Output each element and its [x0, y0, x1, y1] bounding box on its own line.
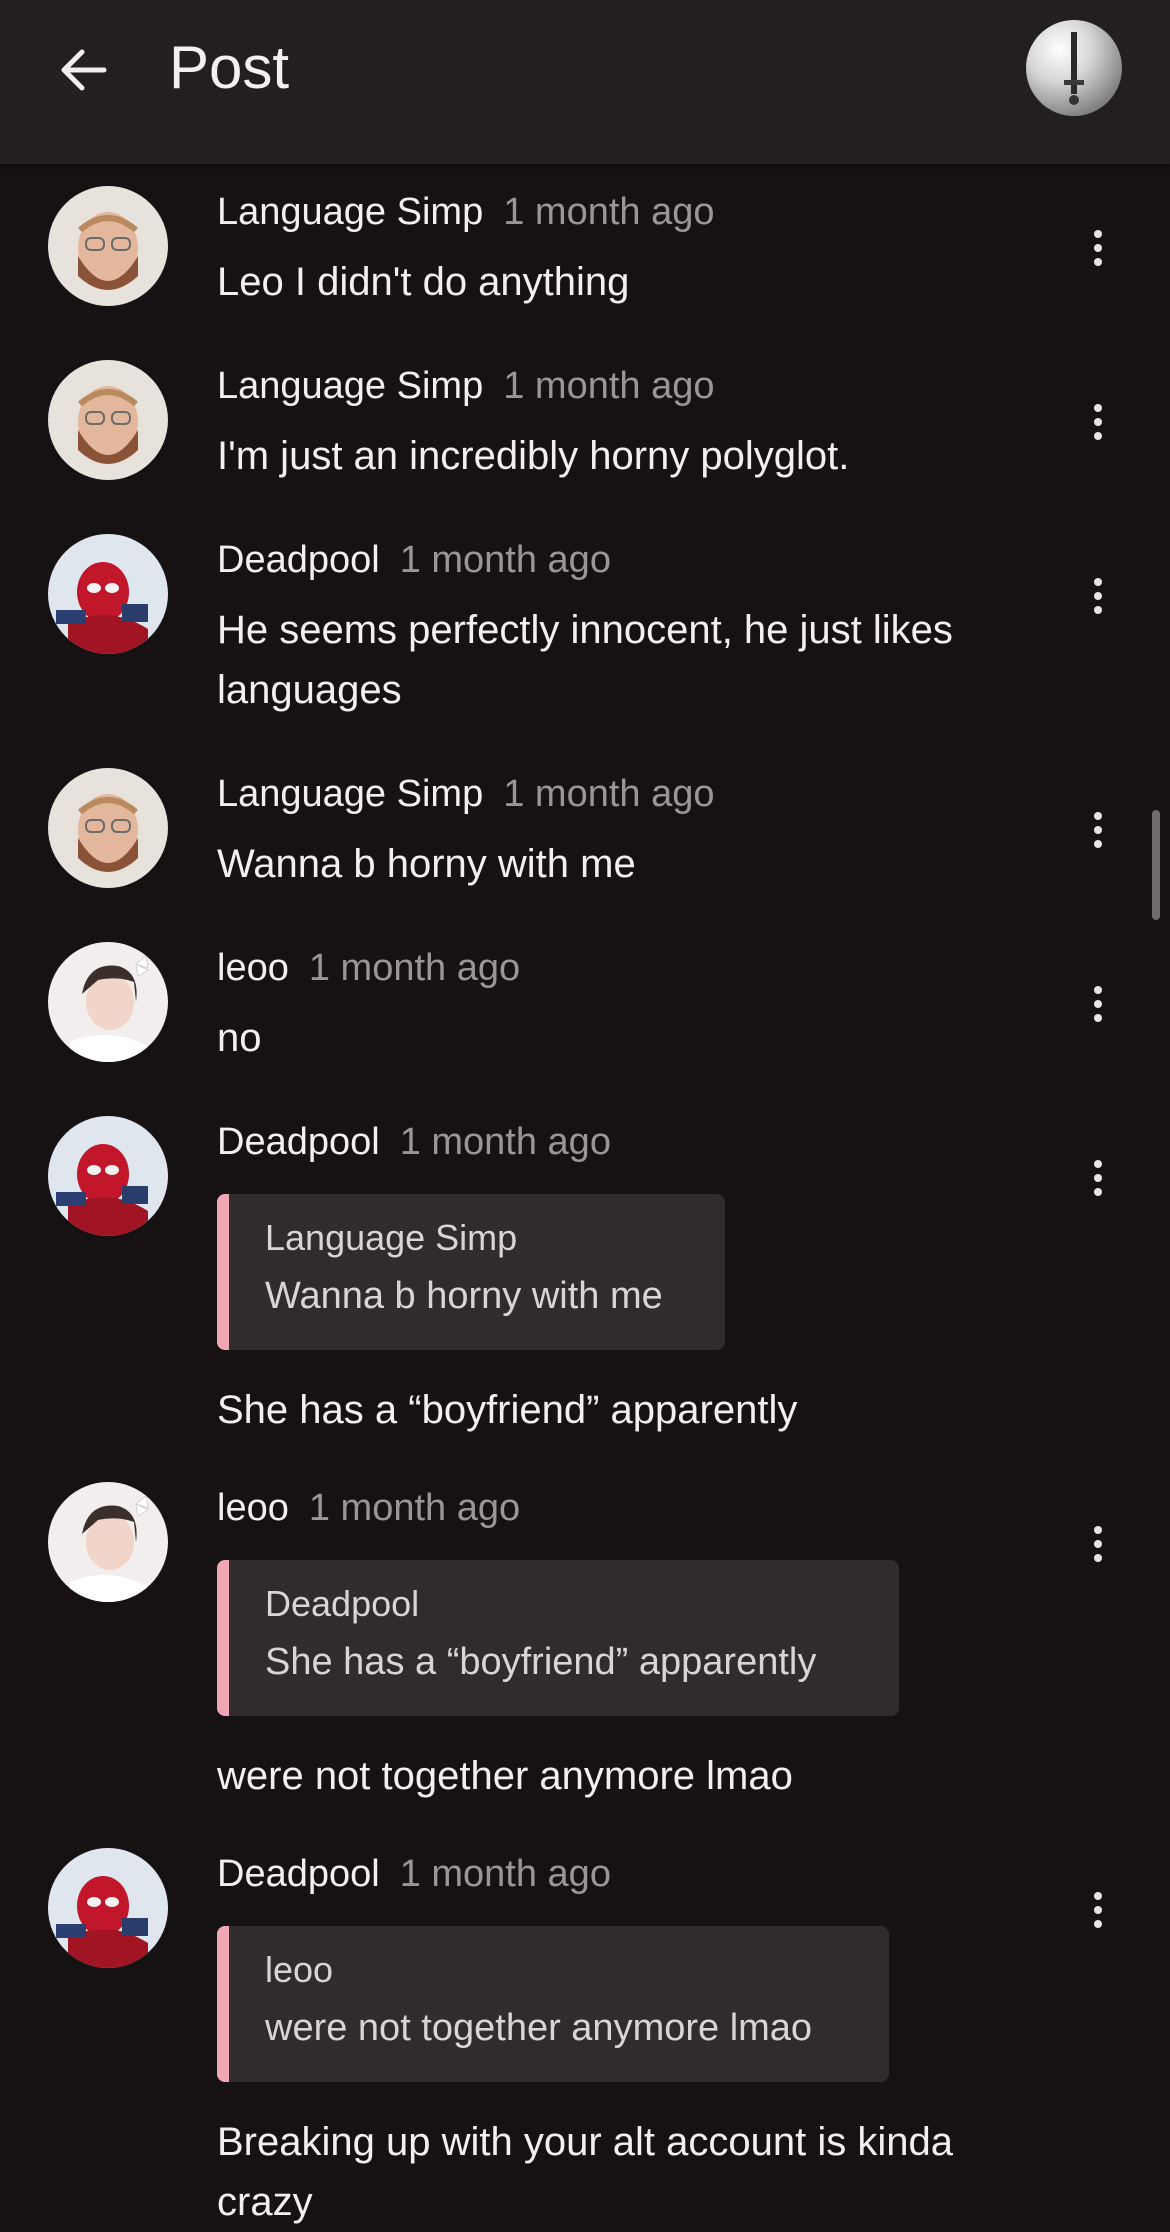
- back-button[interactable]: [50, 36, 118, 104]
- comment-meta: Deadpool 1 month ago: [217, 536, 611, 592]
- comment-text: Breaking up with your alt account is kin…: [217, 2120, 953, 2224]
- avatar[interactable]: [48, 1482, 168, 1602]
- avatar[interactable]: [48, 534, 168, 654]
- kebab-menu-icon: [1094, 812, 1102, 820]
- avatar[interactable]: [48, 360, 168, 480]
- quoted-reply[interactable]: Language Simp Wanna b horny with me: [217, 1194, 725, 1350]
- comment-author[interactable]: leoo: [217, 947, 289, 989]
- comment-author[interactable]: Deadpool: [217, 1121, 380, 1163]
- kebab-menu-icon: [1094, 230, 1102, 238]
- comment-author[interactable]: Language Simp: [217, 365, 483, 407]
- comment-text: He seems perfectly innocent, he just lik…: [217, 608, 953, 712]
- comment-author[interactable]: Deadpool: [217, 539, 380, 581]
- more-options-button[interactable]: [1080, 974, 1116, 1034]
- kebab-menu-icon: [1094, 1160, 1102, 1168]
- more-options-button[interactable]: [1080, 1148, 1116, 1208]
- quoted-reply[interactable]: Deadpool She has a “boyfriend” apparentl…: [217, 1560, 899, 1716]
- quote-text: Wanna b horny with me: [265, 1275, 663, 1317]
- kebab-menu-icon: [1094, 986, 1102, 994]
- avatar[interactable]: [48, 1116, 168, 1236]
- comment-text: no: [217, 1016, 262, 1060]
- comment-meta: Language Simp 1 month ago: [217, 188, 714, 244]
- more-options-button[interactable]: [1080, 218, 1116, 278]
- kebab-menu-icon: [1094, 404, 1102, 412]
- comment-meta: leoo 1 month ago: [217, 944, 520, 1000]
- quote-text: She has a “boyfriend” apparently: [265, 1641, 817, 1683]
- comment-meta: Deadpool 1 month ago: [217, 1850, 611, 1906]
- quote-accent-bar: [217, 1926, 229, 2082]
- comment-meta: Language Simp 1 month ago: [217, 770, 714, 826]
- comment-author[interactable]: Language Simp: [217, 191, 483, 233]
- arrow-left-icon: [61, 49, 107, 91]
- scrollbar-thumb[interactable]: [1152, 810, 1160, 920]
- avatar[interactable]: [48, 1848, 168, 1968]
- more-options-button[interactable]: [1080, 392, 1116, 452]
- more-options-button[interactable]: [1080, 566, 1116, 626]
- comment-timestamp: 1 month ago: [503, 365, 715, 407]
- quote-author: Deadpool: [265, 1583, 420, 1624]
- comment-author[interactable]: leoo: [217, 1487, 289, 1529]
- comment-author[interactable]: Language Simp: [217, 773, 483, 815]
- comment-author[interactable]: Deadpool: [217, 1853, 380, 1895]
- quote-accent-bar: [217, 1194, 229, 1350]
- page-title: Post: [169, 34, 290, 101]
- comment-timestamp: 1 month ago: [503, 773, 715, 815]
- comment-timestamp: 1 month ago: [399, 1121, 611, 1163]
- comment-timestamp: 1 month ago: [503, 191, 715, 233]
- more-options-button[interactable]: [1080, 1514, 1116, 1574]
- avatar[interactable]: [48, 942, 168, 1062]
- comment-timestamp: 1 month ago: [308, 1487, 521, 1529]
- comment-meta: Language Simp 1 month ago: [217, 362, 714, 418]
- comment-meta: Deadpool 1 month ago: [217, 1118, 611, 1174]
- more-options-button[interactable]: [1080, 800, 1116, 860]
- avatar[interactable]: [48, 768, 168, 888]
- kebab-menu-icon: [1094, 1892, 1102, 1900]
- quoted-reply[interactable]: leoo were not together anymore lmao: [217, 1926, 889, 2082]
- kebab-menu-icon: [1094, 1526, 1102, 1534]
- sword-emblem-icon: [1064, 32, 1084, 105]
- comment-timestamp: 1 month ago: [399, 1853, 611, 1895]
- kebab-menu-icon: [1094, 578, 1102, 586]
- comment-text: She has a “boyfriend” apparently: [217, 1388, 798, 1432]
- comment-timestamp: 1 month ago: [308, 947, 521, 989]
- profile-avatar[interactable]: [1026, 20, 1122, 116]
- top-app-bar: Post: [0, 0, 1170, 164]
- quote-accent-bar: [217, 1560, 229, 1716]
- comment-text: I'm just an incredibly horny polyglot.: [217, 434, 850, 478]
- comment-text: Leo I didn't do anything: [217, 260, 630, 304]
- comment-meta: leoo 1 month ago: [217, 1484, 520, 1540]
- quote-text: were not together anymore lmao: [265, 2007, 813, 2049]
- comment-timestamp: 1 month ago: [399, 539, 611, 581]
- avatar[interactable]: [48, 186, 168, 306]
- quote-author: leoo: [265, 1949, 334, 1990]
- comment-text: Wanna b horny with me: [217, 842, 636, 886]
- more-options-button[interactable]: [1080, 1880, 1116, 1940]
- quote-author: Language Simp: [265, 1217, 518, 1258]
- comment-text: were not together anymore lmao: [217, 1754, 793, 1798]
